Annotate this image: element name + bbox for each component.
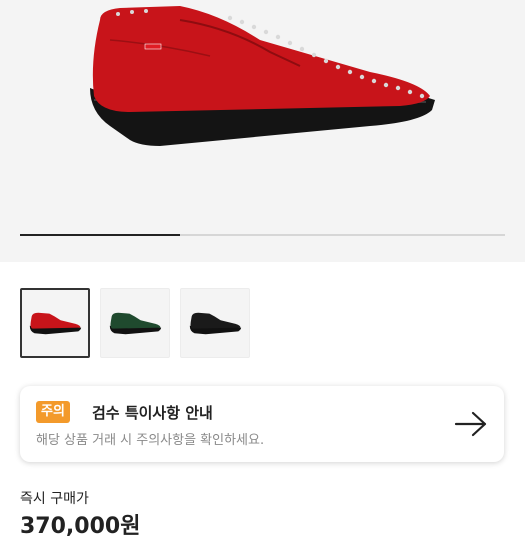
- green-loafer-thumbnail: [109, 312, 162, 335]
- red-loafer-image: [90, 6, 435, 146]
- arrow-right-icon[interactable]: [454, 410, 488, 438]
- gallery-progress-track: [20, 234, 505, 236]
- thumbnail-list: [20, 288, 250, 358]
- thumbnail-3[interactable]: [180, 288, 250, 358]
- red-loafer-thumbnail: [29, 312, 82, 335]
- instant-buy-price-label: 즉시 구매가: [20, 491, 89, 507]
- thumbnail-1[interactable]: [20, 288, 90, 358]
- instant-buy-price: 370,000원: [20, 514, 141, 539]
- black-loafer-thumbnail: [189, 312, 242, 335]
- inspection-notice-card[interactable]: 주의 검수 특이사항 안내 해당 상품 거래 시 주의사항을 확인하세요.: [20, 386, 504, 462]
- product-gallery[interactable]: [0, 0, 525, 262]
- notice-subtitle: 해당 상품 거래 시 주의사항을 확인하세요.: [36, 433, 265, 448]
- caution-badge: 주의: [36, 401, 70, 423]
- thumbnail-2[interactable]: [100, 288, 170, 358]
- gallery-progress-indicator: [20, 234, 181, 236]
- notice-title: 검수 특이사항 안내: [92, 404, 213, 422]
